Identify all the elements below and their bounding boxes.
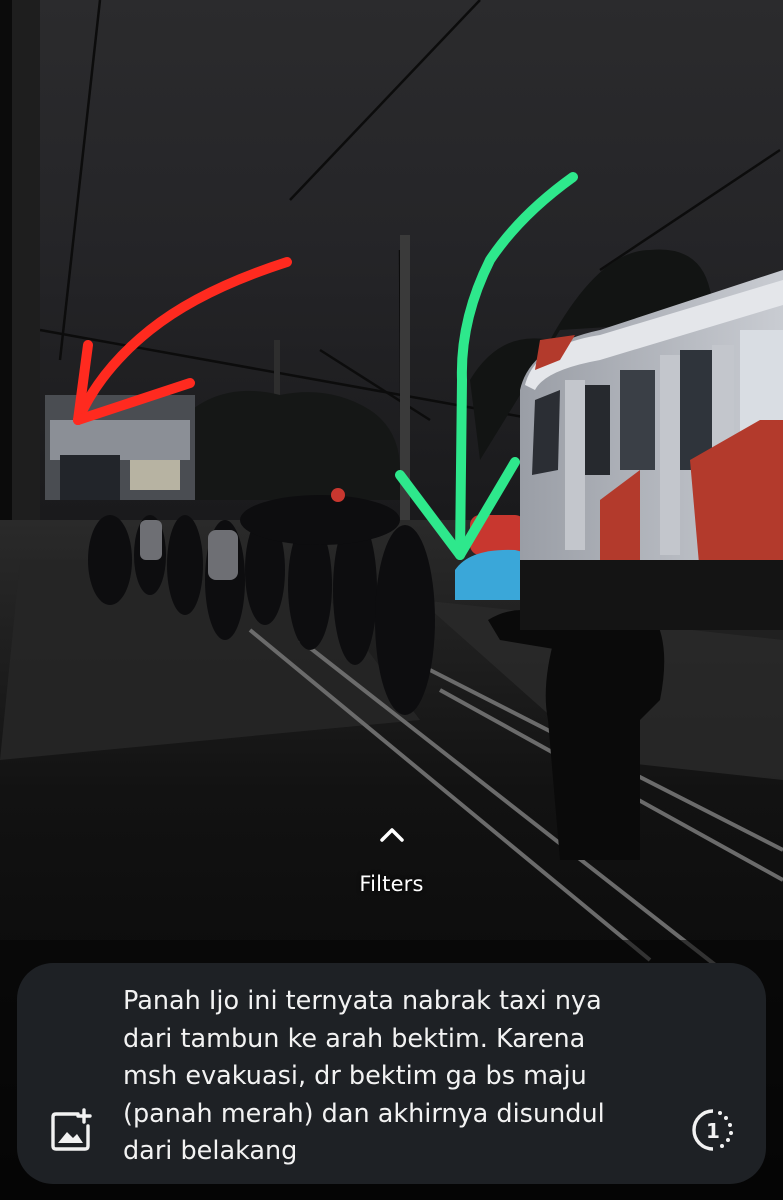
chevron-up-icon[interactable] — [372, 820, 412, 850]
add-photo-button[interactable] — [47, 1105, 97, 1155]
view-once-button[interactable]: 1 — [688, 1105, 738, 1155]
filters-label[interactable]: Filters — [0, 872, 783, 896]
timer-value: 1 — [706, 1119, 720, 1143]
add-photo-icon[interactable] — [50, 1108, 94, 1152]
view-once-timer-icon[interactable]: 1 — [690, 1107, 736, 1153]
caption-input[interactable]: Panah Ijo ini ternyata nabrak taxi nya d… — [123, 983, 683, 1171]
caption-panel: Panah Ijo ini ternyata nabrak taxi nya d… — [17, 963, 766, 1184]
filters-toggle[interactable]: Filters — [0, 820, 783, 896]
